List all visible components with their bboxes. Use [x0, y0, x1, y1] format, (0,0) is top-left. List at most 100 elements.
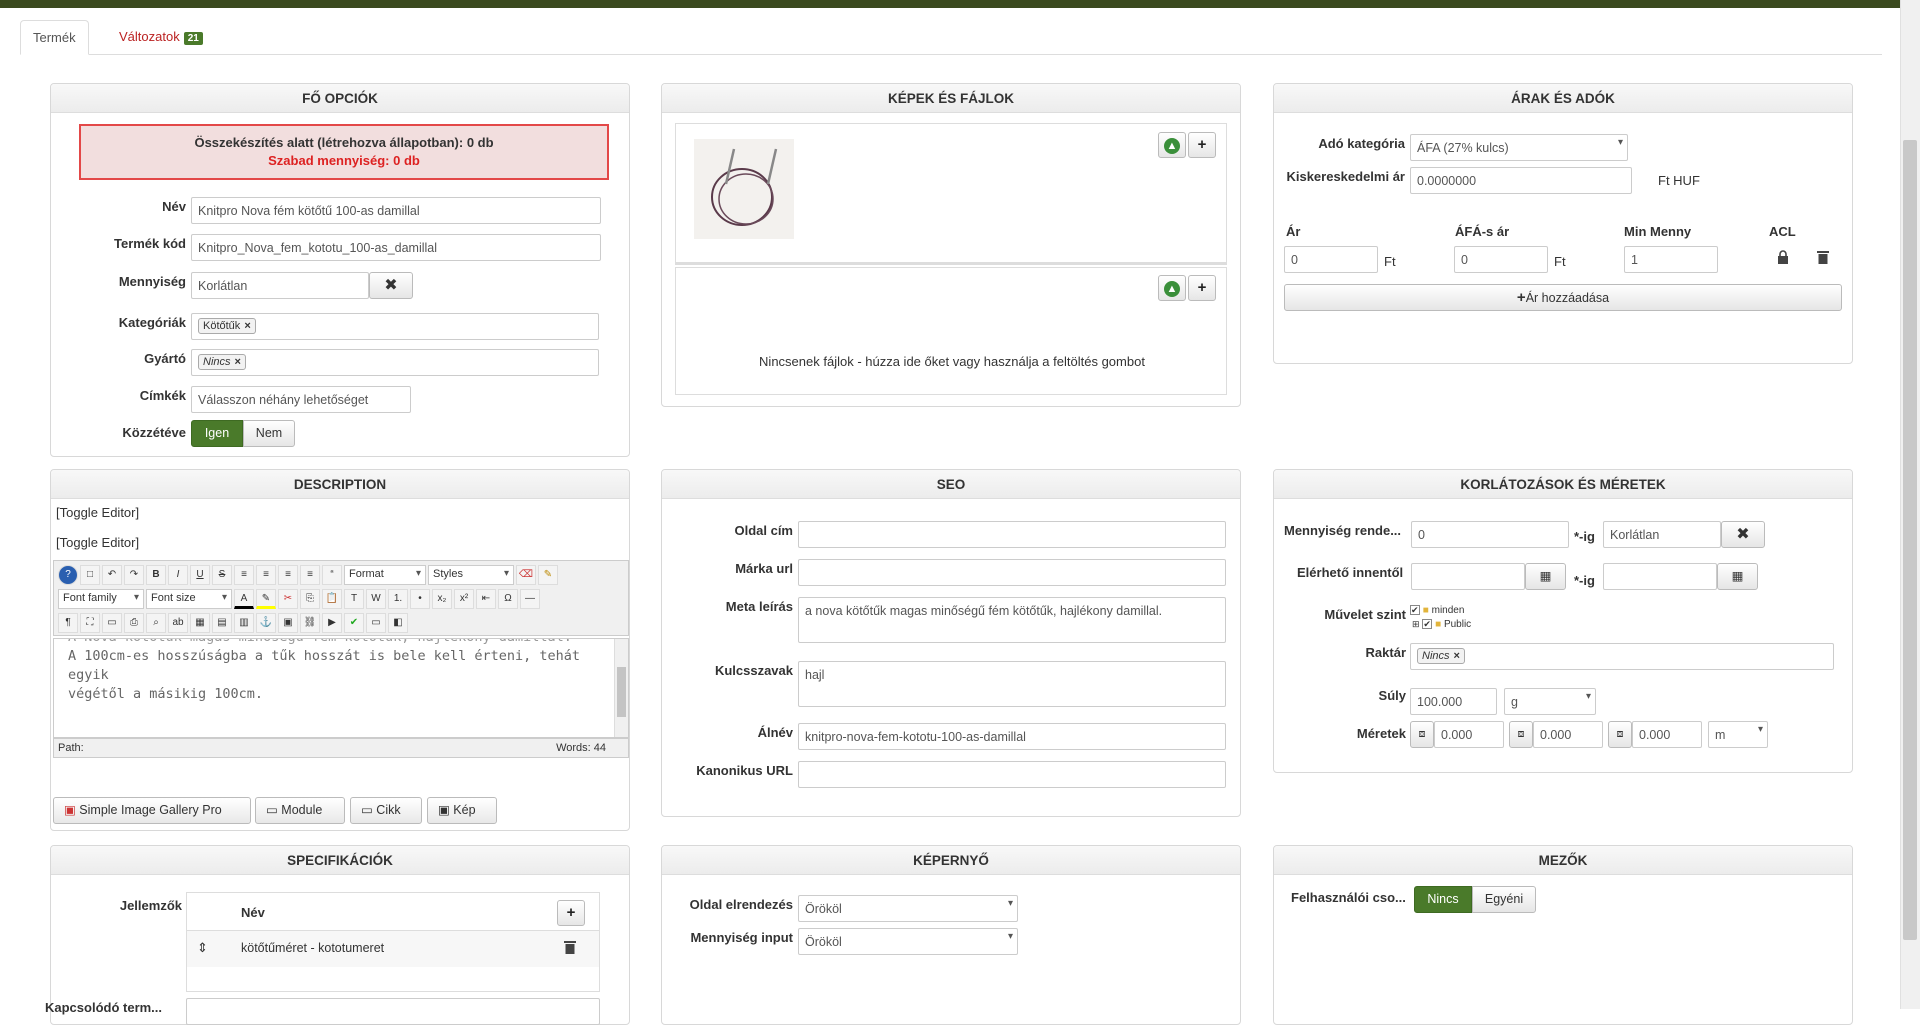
toggle-editor-link[interactable]: [Toggle Editor] — [56, 505, 139, 520]
width-input[interactable]: 0.000 — [1533, 721, 1603, 748]
image-gallery-button[interactable]: ▣ Simple Image Gallery Pro — [53, 797, 251, 824]
new-doc-icon[interactable]: □ — [80, 565, 100, 585]
tab-variants[interactable]: Változatok 21 — [107, 20, 215, 55]
vat-price-input[interactable]: 0 — [1454, 246, 1548, 273]
styles-select[interactable]: Styles — [428, 565, 514, 585]
price-input[interactable]: 0 — [1284, 246, 1378, 273]
remove-icon[interactable]: × — [244, 320, 250, 332]
qty-input[interactable]: Korlátlan — [191, 272, 369, 299]
format-select[interactable]: Format — [344, 565, 426, 585]
preview-icon[interactable]: ▭ — [102, 613, 122, 633]
add-price-button[interactable]: +Ár hozzáadása — [1284, 284, 1842, 311]
page-layout-select[interactable]: Örököl — [798, 895, 1018, 922]
brand-url-input[interactable] — [798, 559, 1226, 586]
ordered-list-icon[interactable]: 1. — [388, 589, 408, 609]
remove-icon[interactable]: × — [1454, 650, 1460, 662]
tree-node[interactable]: ⊞ ✔ ■ Public — [1412, 619, 1471, 630]
canonical-url-input[interactable] — [798, 761, 1226, 788]
editor-scroll-thumb[interactable] — [617, 667, 626, 717]
template-icon[interactable]: ▭ — [366, 613, 386, 633]
cleanup-icon[interactable]: ✎ — [538, 565, 558, 585]
tab-product[interactable]: Termék — [20, 20, 89, 55]
hr-icon[interactable]: — — [520, 589, 540, 609]
pilcrow-icon[interactable]: ¶ — [58, 613, 78, 633]
dimension-unit-select[interactable]: m — [1708, 721, 1768, 748]
font-size-select[interactable]: Font size — [146, 589, 232, 609]
underline-icon[interactable]: U — [190, 565, 210, 585]
layer-icon[interactable]: ◧ — [388, 613, 408, 633]
paste-icon[interactable]: 📋 — [322, 589, 342, 609]
qty-from-input[interactable]: 0 — [1411, 521, 1569, 548]
published-yes-button[interactable]: Igen — [191, 420, 243, 447]
undo-icon[interactable]: ↶ — [102, 565, 122, 585]
table-icon[interactable]: ▦ — [190, 613, 210, 633]
copy-icon[interactable]: ⎘ — [300, 589, 320, 609]
cut-icon[interactable]: ✂ — [278, 589, 298, 609]
qty-input-select[interactable]: Örököl — [798, 928, 1018, 955]
published-no-button[interactable]: Nem — [243, 420, 295, 447]
print-icon[interactable]: ⎙ — [124, 613, 144, 633]
replace-icon[interactable]: ab — [168, 613, 188, 633]
add-file-button[interactable]: + — [1188, 275, 1216, 301]
align-left-icon[interactable]: ≡ — [234, 565, 254, 585]
tree-node[interactable]: ✔ ■ minden — [1410, 605, 1471, 616]
spellcheck-icon[interactable]: ✔ — [344, 613, 364, 633]
editor-scrollbar[interactable] — [614, 639, 628, 737]
subscript-icon[interactable]: x₂ — [432, 589, 452, 609]
highlight-icon[interactable]: ✎ — [256, 589, 276, 609]
anchor-icon[interactable]: ⚓ — [256, 613, 276, 633]
length-input[interactable]: 0.000 — [1434, 721, 1504, 748]
name-input[interactable]: Knitpro Nova fém kötőtű 100-as damillal — [191, 197, 601, 224]
tax-category-select[interactable]: ÁFA (27% kulcs) — [1410, 134, 1628, 161]
align-center-icon[interactable]: ≡ — [256, 565, 276, 585]
usergroup-custom-button[interactable]: Egyéni — [1472, 886, 1536, 913]
align-right-icon[interactable]: ≡ — [278, 565, 298, 585]
omega-icon[interactable]: Ω — [498, 589, 518, 609]
weight-input[interactable]: 100.000 — [1410, 688, 1497, 715]
alias-input[interactable]: knitpro-nova-fem-kototu-100-as-damillal — [798, 723, 1226, 750]
redo-icon[interactable]: ↷ — [124, 565, 144, 585]
min-qty-input[interactable]: 1 — [1624, 246, 1718, 273]
calendar-icon[interactable]: ▦ — [1717, 563, 1758, 590]
retail-price-input[interactable]: 0.0000000 — [1410, 167, 1632, 194]
italic-icon[interactable]: I — [168, 565, 188, 585]
add-image-button[interactable]: + — [1188, 132, 1216, 158]
meta-description-textarea[interactable]: a nova kötőtűk magas minőségű fém kötőtű… — [798, 597, 1226, 643]
blockquote-icon[interactable]: “ — [322, 565, 342, 585]
tags-input[interactable]: Válasszon néhány lehetőséget — [191, 386, 411, 413]
available-from-input[interactable] — [1411, 563, 1525, 590]
font-family-select[interactable]: Font family — [58, 589, 144, 609]
strike-icon[interactable]: S — [212, 565, 232, 585]
height-input[interactable]: 0.000 — [1632, 721, 1702, 748]
upload-image-button[interactable]: ▲ — [1158, 132, 1186, 158]
row-icon[interactable]: ▤ — [212, 613, 232, 633]
add-feature-button[interactable]: + — [557, 900, 585, 926]
trash-icon[interactable] — [564, 940, 576, 954]
editor-content[interactable]: A Nova kötőtűk magas minőségű fém kötőtű… — [53, 638, 629, 738]
qty-to-input[interactable]: Korlátlan — [1603, 521, 1721, 548]
search-icon[interactable]: ⌕ — [146, 613, 166, 633]
link-icon[interactable]: ⛓ — [300, 613, 320, 633]
outdent-icon[interactable]: ⇤ — [476, 589, 496, 609]
page-title-input[interactable] — [798, 521, 1226, 548]
text-color-icon[interactable]: A — [234, 589, 254, 609]
upload-file-button[interactable]: ▲ — [1158, 275, 1186, 301]
available-to-input[interactable] — [1603, 563, 1717, 590]
lock-icon[interactable] — [1777, 250, 1789, 264]
keywords-textarea[interactable]: hajl — [798, 661, 1226, 707]
help-icon[interactable]: ? — [58, 565, 78, 585]
column-icon[interactable]: ▥ — [234, 613, 254, 633]
media-icon[interactable]: ▶ — [322, 613, 342, 633]
code-input[interactable]: Knitpro_Nova_fem_kototu_100-as_damillal — [191, 234, 601, 261]
article-button[interactable]: ▭ Cikk — [350, 797, 422, 824]
module-button[interactable]: ▭ Module — [255, 797, 345, 824]
checkbox-icon[interactable]: ✔ — [1422, 619, 1433, 629]
toggle-editor-link[interactable]: [Toggle Editor] — [56, 535, 139, 550]
drag-handle-icon[interactable]: ⇕ — [197, 940, 208, 956]
bullet-list-icon[interactable]: • — [410, 589, 430, 609]
qty-to-clear-button[interactable]: ✖ — [1721, 521, 1765, 548]
expand-icon[interactable]: ⊞ — [1412, 619, 1420, 629]
maker-field[interactable]: Nincs × — [191, 349, 599, 376]
categories-field[interactable]: Kötőtűk × — [191, 313, 599, 340]
images-dropzone[interactable]: ▲ + — [675, 123, 1227, 265]
